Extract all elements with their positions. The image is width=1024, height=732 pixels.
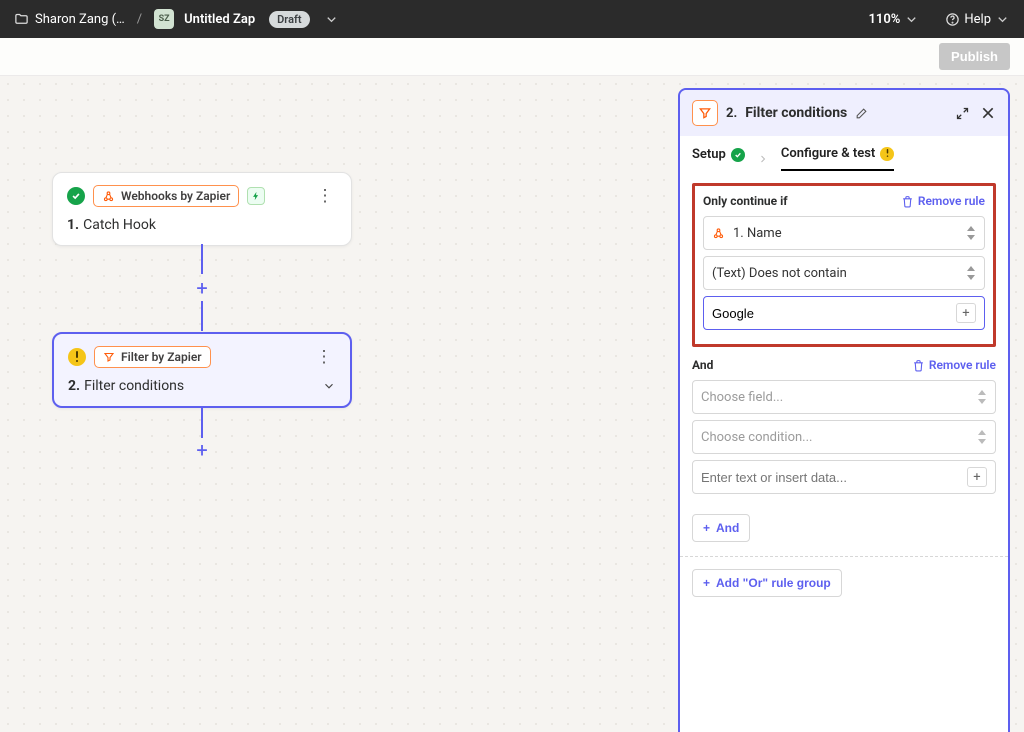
- add-and-label: And: [716, 521, 739, 535]
- edit-title-icon[interactable]: [855, 107, 868, 120]
- top-bar: Sharon Zang (… / SZ Untitled Zap Draft 1…: [0, 0, 1024, 38]
- step-title: Catch Hook: [83, 217, 156, 233]
- check-icon: [731, 148, 745, 162]
- field-picker-placeholder: Choose field...: [701, 390, 783, 405]
- expand-icon[interactable]: [955, 106, 970, 121]
- tab-configure-test[interactable]: Configure & test: [781, 146, 894, 171]
- panel-step-number: 2.: [726, 106, 737, 121]
- add-and-rule-button[interactable]: + And: [692, 514, 750, 542]
- chevron-right-icon: [757, 153, 769, 165]
- remove-rule-label: Remove rule: [929, 358, 996, 372]
- sort-icon: [977, 390, 987, 404]
- remove-rule-label: Remove rule: [918, 194, 985, 208]
- webhook-icon: [712, 227, 725, 240]
- field-picker[interactable]: 1. Name: [703, 216, 985, 250]
- sort-icon: [977, 430, 987, 444]
- tab-configure-label: Configure & test: [781, 146, 875, 161]
- help-icon: [945, 12, 960, 27]
- condition-picker[interactable]: Choose condition...: [692, 420, 996, 454]
- breadcrumb-separator: /: [137, 12, 142, 27]
- side-panel: 2. Filter conditions Setup: [678, 88, 1010, 732]
- filter-icon: [103, 351, 115, 363]
- connector-line: [201, 408, 203, 438]
- sub-bar: Publish: [0, 38, 1024, 76]
- add-or-group-button[interactable]: + Add "Or" rule group: [692, 569, 842, 597]
- remove-rule-button[interactable]: Remove rule: [912, 358, 996, 372]
- sort-icon: [966, 266, 976, 280]
- draft-badge: Draft: [269, 11, 309, 28]
- add-step-button[interactable]: +: [191, 277, 213, 299]
- step-more-button[interactable]: ⋮: [313, 188, 337, 205]
- main-area: Webhooks by Zapier ⋮ 1. Catch Hook +: [0, 76, 1024, 732]
- warning-icon: [880, 147, 894, 161]
- trash-icon: [901, 195, 914, 208]
- folder-icon: [14, 12, 29, 27]
- insert-data-button[interactable]: +: [967, 467, 987, 487]
- rule-heading: And: [692, 358, 713, 372]
- step-more-button[interactable]: ⋮: [312, 349, 336, 366]
- condition-picker[interactable]: (Text) Does not contain: [703, 256, 985, 290]
- value-input[interactable]: [712, 306, 950, 321]
- rule-heading: Only continue if: [703, 194, 788, 208]
- help-menu[interactable]: Help: [945, 12, 1010, 27]
- filter-icon: [692, 100, 718, 126]
- chevron-down-icon[interactable]: [322, 379, 336, 393]
- plus-icon: +: [703, 521, 710, 535]
- tab-setup-label: Setup: [692, 147, 726, 162]
- field-picker[interactable]: Choose field...: [692, 380, 996, 414]
- divider: [680, 556, 1008, 557]
- webhook-icon: [102, 190, 115, 203]
- app-chip-webhooks: Webhooks by Zapier: [93, 185, 239, 207]
- app-chip-label: Filter by Zapier: [121, 350, 202, 364]
- chevron-down-icon: [995, 12, 1010, 27]
- step-node-2[interactable]: Filter by Zapier ⋮ 2. Filter conditions: [52, 332, 352, 408]
- check-icon: [67, 187, 85, 205]
- step-title: Filter conditions: [84, 378, 184, 394]
- help-label: Help: [964, 12, 991, 27]
- close-icon[interactable]: [980, 105, 996, 121]
- rule-group-1: Only continue if Remove rule 1. Name: [692, 183, 996, 347]
- zap-title[interactable]: Untitled Zap: [184, 12, 255, 27]
- condition-picker-value: (Text) Does not contain: [712, 266, 847, 281]
- trash-icon: [912, 359, 925, 372]
- rule-group-2: And Remove rule Choose field... Choose c…: [692, 357, 996, 494]
- add-or-label: Add "Or" rule group: [716, 576, 831, 590]
- avatar: SZ: [154, 9, 174, 29]
- value-input[interactable]: [701, 470, 961, 485]
- app-chip-filter: Filter by Zapier: [94, 346, 211, 368]
- step-number: 1.: [67, 217, 79, 233]
- breadcrumb-folder[interactable]: Sharon Zang (…: [14, 12, 125, 27]
- zoom-value: 110%: [868, 12, 900, 27]
- chevron-down-icon: [904, 12, 919, 27]
- step-node-1[interactable]: Webhooks by Zapier ⋮ 1. Catch Hook: [52, 172, 352, 246]
- chevron-down-icon[interactable]: [324, 12, 339, 27]
- value-input-wrapper[interactable]: +: [703, 296, 985, 330]
- panel-title: Filter conditions: [745, 105, 847, 121]
- folder-name: Sharon Zang (…: [35, 12, 125, 27]
- connector-line: [201, 244, 203, 274]
- value-input-wrapper[interactable]: +: [692, 460, 996, 494]
- panel-tabs: Setup Configure & test: [680, 136, 1008, 171]
- plus-icon: +: [703, 576, 710, 590]
- field-picker-value: 1. Name: [733, 226, 782, 241]
- zoom-control[interactable]: 110%: [868, 12, 919, 27]
- condition-picker-placeholder: Choose condition...: [701, 430, 812, 445]
- publish-button[interactable]: Publish: [939, 43, 1010, 70]
- app-chip-label: Webhooks by Zapier: [121, 189, 230, 203]
- panel-body: Only continue if Remove rule 1. Name: [680, 171, 1008, 732]
- sort-icon: [966, 226, 976, 240]
- insert-data-button[interactable]: +: [956, 303, 976, 323]
- step-number: 2.: [68, 378, 80, 394]
- trigger-instant-icon: [247, 187, 265, 205]
- connector-line: [201, 301, 203, 331]
- panel-header: 2. Filter conditions: [680, 90, 1008, 136]
- remove-rule-button[interactable]: Remove rule: [901, 194, 985, 208]
- warning-icon: [68, 348, 86, 366]
- tab-setup[interactable]: Setup: [692, 147, 745, 170]
- add-step-button[interactable]: +: [191, 439, 213, 461]
